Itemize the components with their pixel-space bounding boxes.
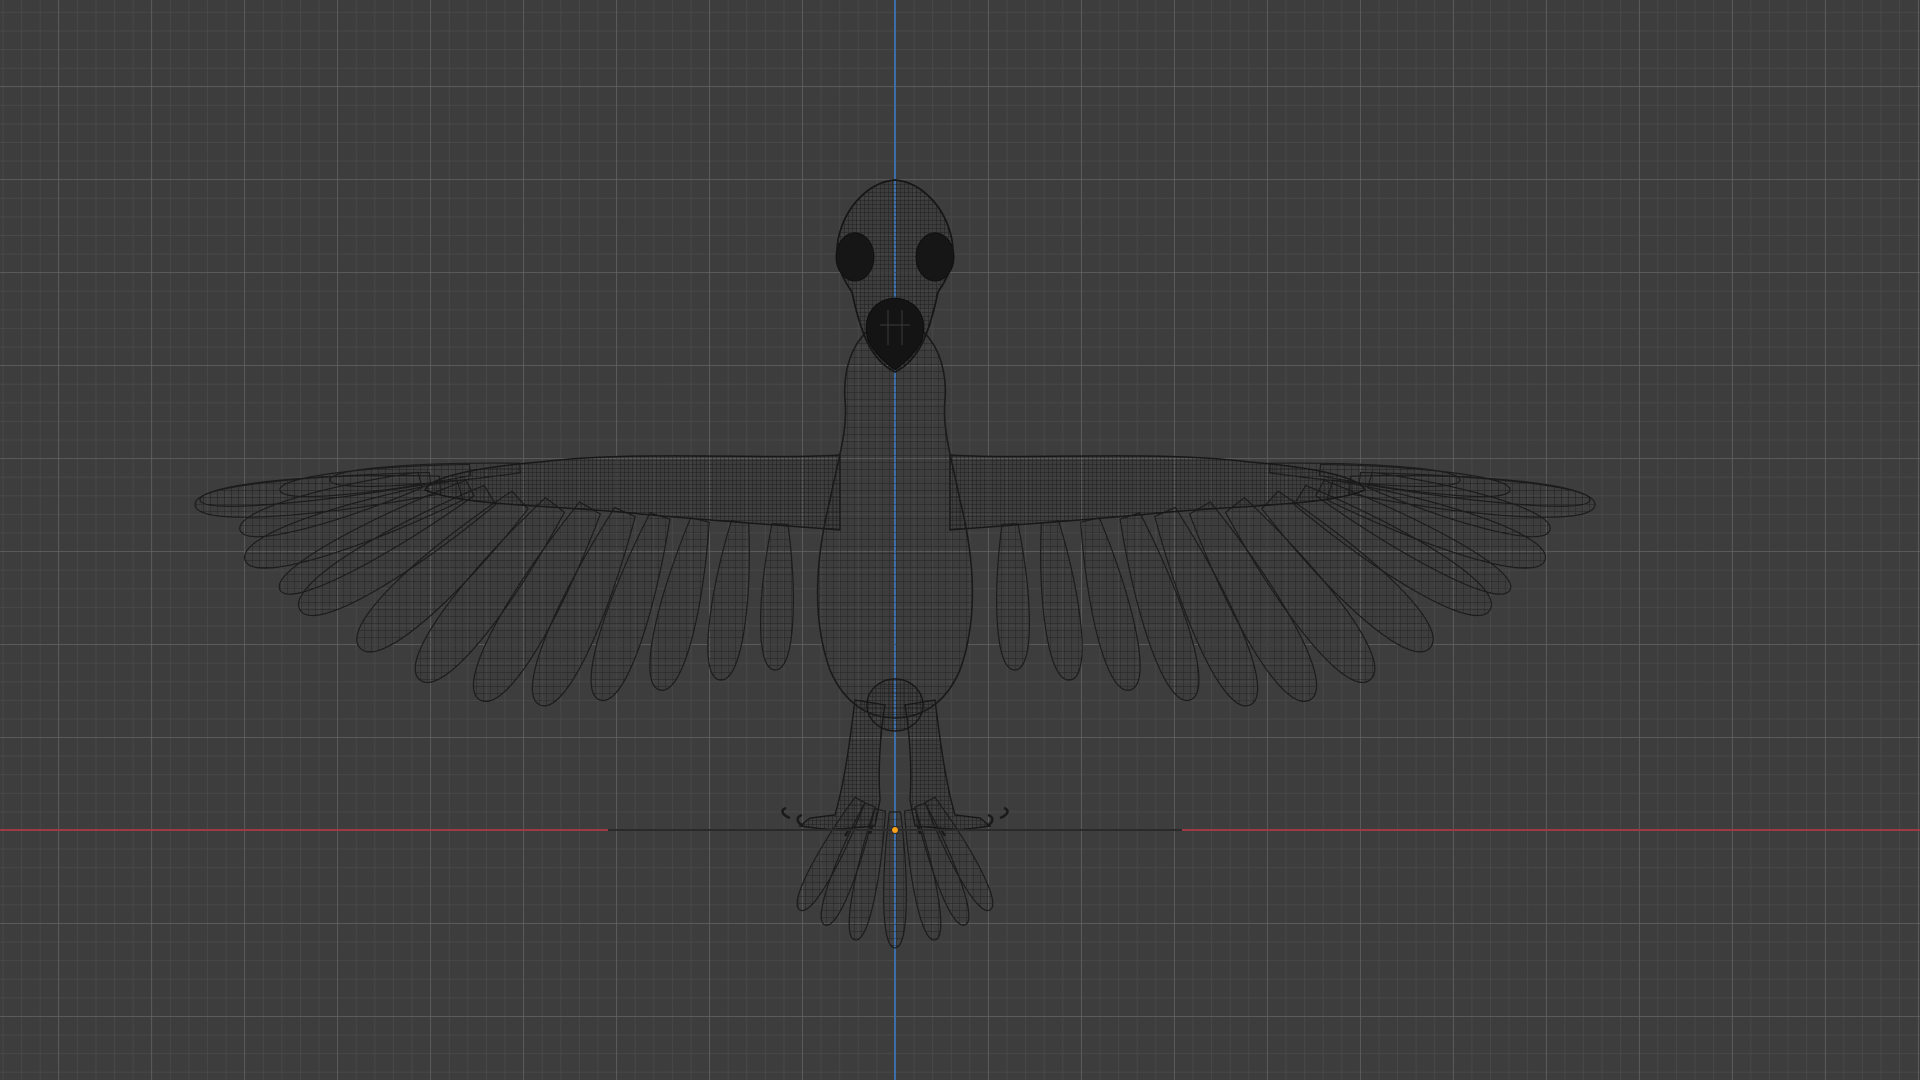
vent-area xyxy=(866,678,924,732)
bird-wireframe-mesh[interactable] xyxy=(0,0,1920,1080)
3d-viewport[interactable] xyxy=(0,0,1920,1080)
left-eye xyxy=(835,232,875,282)
bird-body xyxy=(816,319,974,719)
feather xyxy=(996,523,1030,671)
origin-point-icon[interactable] xyxy=(892,827,898,833)
feather xyxy=(760,523,794,671)
right-eye xyxy=(915,232,955,282)
feather xyxy=(707,520,750,681)
feather xyxy=(1040,520,1083,681)
